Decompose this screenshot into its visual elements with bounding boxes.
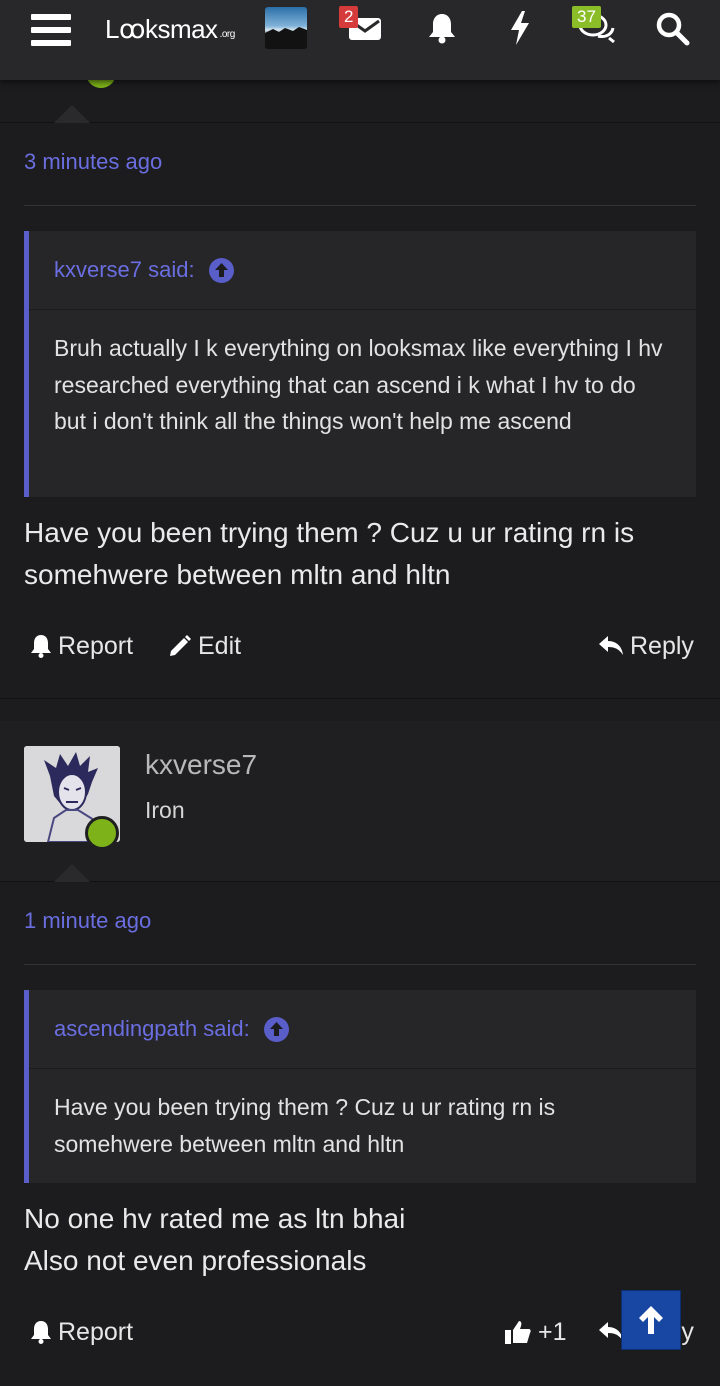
alerts-badge: 37 [572, 6, 601, 28]
arrow-up-circle-icon[interactable] [208, 257, 234, 283]
search-icon[interactable] [656, 12, 690, 51]
messages-badge: 2 [339, 6, 359, 28]
quote-block: ascendingpath said: Have you been trying… [24, 990, 696, 1183]
menu-icon[interactable] [30, 0, 74, 60]
quote-text: Bruh actually I k everything on looksmax… [54, 335, 663, 434]
post-message: No one hv rated me as ltn bhai Also not … [24, 1198, 696, 1282]
report-button[interactable]: Report [30, 1312, 133, 1352]
user-avatar-icon[interactable] [265, 7, 307, 49]
message-line: No one hv rated me as ltn bhai [24, 1203, 406, 1234]
edit-button[interactable]: Edit [168, 626, 241, 666]
post-pointer [54, 105, 90, 123]
post-user-info: kxverse7 Iron [0, 721, 720, 881]
report-label: Report [58, 631, 134, 660]
message-line: somehwere between mltn and hltn [24, 559, 451, 590]
logo-text: Lꝏksmax [105, 13, 218, 44]
quote-block: kxverse7 said: Bruh actually I k everyth… [24, 231, 696, 497]
report-bell-icon [31, 1321, 51, 1344]
thumbs-up-icon [505, 1321, 531, 1344]
post-pointer [54, 864, 90, 882]
reply-button[interactable]: Reply [598, 626, 694, 666]
quote-header[interactable]: ascendingpath said: [29, 990, 696, 1069]
post-actions: Report Edit Reply [0, 626, 720, 666]
logo-suffix: .org [219, 28, 236, 40]
quote-author: kxverse7 said: [54, 257, 195, 282]
arrow-up-icon [639, 1306, 663, 1334]
reply-icon [599, 636, 623, 655]
like-count: +1 [538, 1317, 567, 1346]
report-label: Report [58, 1317, 134, 1346]
pencil-icon [170, 635, 191, 656]
arrow-up-circle-icon[interactable] [263, 1016, 289, 1042]
divider [24, 205, 696, 206]
username[interactable]: kxverse7 [145, 749, 257, 781]
post-timestamp[interactable]: 3 minutes ago [24, 149, 162, 175]
bell-icon[interactable] [427, 12, 457, 49]
post-timestamp[interactable]: 1 minute ago [24, 908, 151, 934]
bolt-icon[interactable] [508, 10, 532, 51]
report-bell-icon [31, 635, 51, 658]
quote-header[interactable]: kxverse7 said: [29, 231, 696, 310]
quote-text: Have you been trying them ? Cuz u ur rat… [54, 1094, 556, 1157]
message-line: Have you been trying them ? Cuz u ur rat… [24, 517, 635, 548]
message-line: Also not even professionals [24, 1245, 367, 1276]
site-logo[interactable]: Lꝏksmax .org [105, 14, 235, 44]
divider [0, 698, 720, 699]
divider [0, 122, 720, 123]
like-button[interactable]: +1 [504, 1312, 567, 1352]
post-message: Have you been trying them ? Cuz u ur rat… [24, 512, 696, 596]
divider [0, 881, 720, 882]
edit-label: Edit [198, 631, 242, 660]
report-button[interactable]: Report [30, 626, 133, 666]
online-status-dot [85, 816, 119, 850]
post-actions: Report +1 Reply [0, 1312, 720, 1352]
quote-author: ascendingpath said: [54, 1016, 250, 1041]
divider [24, 964, 696, 965]
reply-label: Reply [630, 631, 694, 660]
user-title: Iron [145, 797, 185, 823]
top-navigation-bar: Lꝏksmax .org 2 37 [0, 0, 720, 80]
scroll-to-top-button[interactable] [621, 1290, 681, 1350]
